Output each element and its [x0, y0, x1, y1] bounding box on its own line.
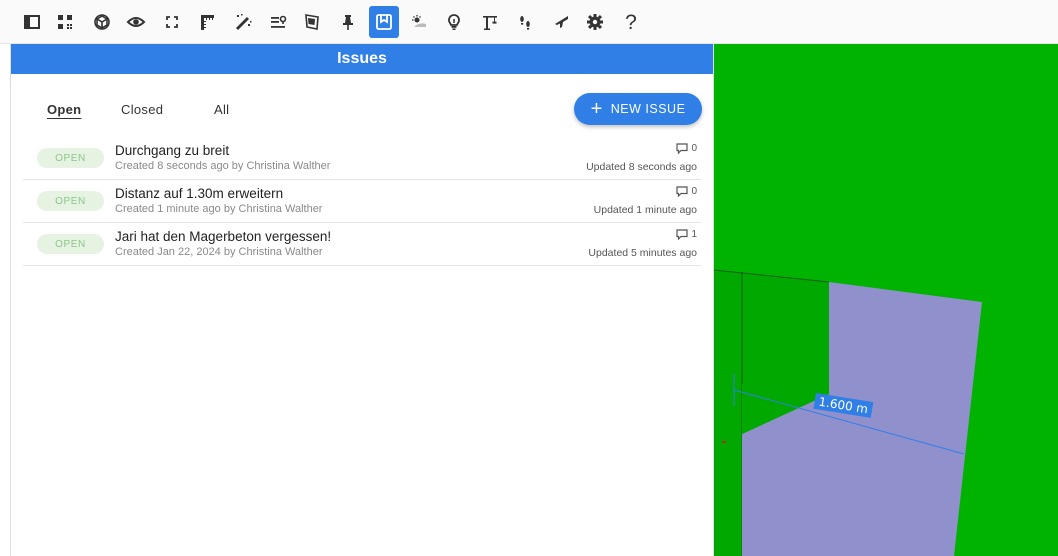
scene-geometry: [714, 269, 982, 556]
issue-row[interactable]: OPEN Jari hat den Magerbeton vergessen! …: [23, 223, 701, 266]
comment-count: 1: [676, 229, 697, 240]
status-badge: OPEN: [37, 191, 104, 211]
magic-wand-icon[interactable]: [228, 6, 258, 38]
issue-title[interactable]: Durchgang zu breit: [115, 143, 229, 158]
sidebar-toggle-icon[interactable]: [17, 6, 47, 38]
comment-count: 0: [676, 186, 697, 197]
issue-updated: Updated 5 minutes ago: [588, 247, 697, 259]
airplane-icon[interactable]: [546, 6, 576, 38]
section-plane-icon[interactable]: [297, 6, 327, 38]
comment-count-value: 1: [691, 229, 697, 240]
issue-updated: Updated 8 seconds ago: [586, 161, 697, 173]
help-icon-label: ?: [625, 10, 637, 34]
fullscreen-icon[interactable]: [157, 6, 187, 38]
crane-icon[interactable]: [475, 6, 505, 38]
gear-icon[interactable]: [580, 6, 610, 38]
tab-all[interactable]: All: [214, 102, 229, 117]
tab-open[interactable]: Open: [47, 102, 81, 117]
issue-created: Created 8 seconds ago by Christina Walth…: [115, 160, 331, 172]
issues-panel: Issues Open Closed All + NEW ISSUE OPEN …: [10, 44, 714, 556]
status-badge: OPEN: [37, 148, 104, 168]
issue-updated: Updated 1 minute ago: [593, 204, 697, 216]
qr-code-icon[interactable]: [50, 6, 80, 38]
comment-icon: [676, 229, 689, 240]
issue-row[interactable]: OPEN Distanz auf 1.30m erweitern Created…: [23, 180, 701, 223]
toolbar: ?: [0, 0, 1058, 44]
list-filter-icon[interactable]: [263, 6, 293, 38]
issue-created: Created 1 minute ago by Christina Walthe…: [115, 203, 323, 215]
new-issue-label: NEW ISSUE: [610, 102, 686, 116]
issue-created: Created Jan 22, 2024 by Christina Walthe…: [115, 246, 323, 258]
lightbulb-icon[interactable]: [439, 6, 469, 38]
comment-icon: [676, 143, 689, 154]
comment-count-value: 0: [691, 186, 697, 197]
help-icon[interactable]: ?: [616, 6, 646, 38]
issue-title[interactable]: Jari hat den Magerbeton vergessen!: [115, 229, 331, 244]
issue-row[interactable]: OPEN Durchgang zu breit Created 8 second…: [23, 137, 701, 180]
ruler-icon[interactable]: [192, 6, 222, 38]
comment-icon: [676, 186, 689, 197]
footsteps-icon[interactable]: [510, 6, 540, 38]
issues-icon[interactable]: [369, 6, 399, 38]
sun-shadow-icon[interactable]: [404, 6, 434, 38]
status-badge: OPEN: [37, 234, 104, 254]
box-3d-icon[interactable]: [87, 6, 117, 38]
eye-icon[interactable]: [121, 6, 151, 38]
comment-count-value: 0: [691, 143, 697, 154]
new-issue-button[interactable]: + NEW ISSUE: [574, 93, 702, 125]
comment-count: 0: [676, 143, 697, 154]
tab-closed[interactable]: Closed: [121, 102, 163, 117]
plus-icon: +: [590, 98, 603, 120]
panel-title: Issues: [11, 44, 713, 74]
pin-icon[interactable]: [333, 6, 363, 38]
3d-viewport[interactable]: 1.600 m: [714, 44, 1058, 556]
issue-title[interactable]: Distanz auf 1.30m erweitern: [115, 186, 283, 201]
